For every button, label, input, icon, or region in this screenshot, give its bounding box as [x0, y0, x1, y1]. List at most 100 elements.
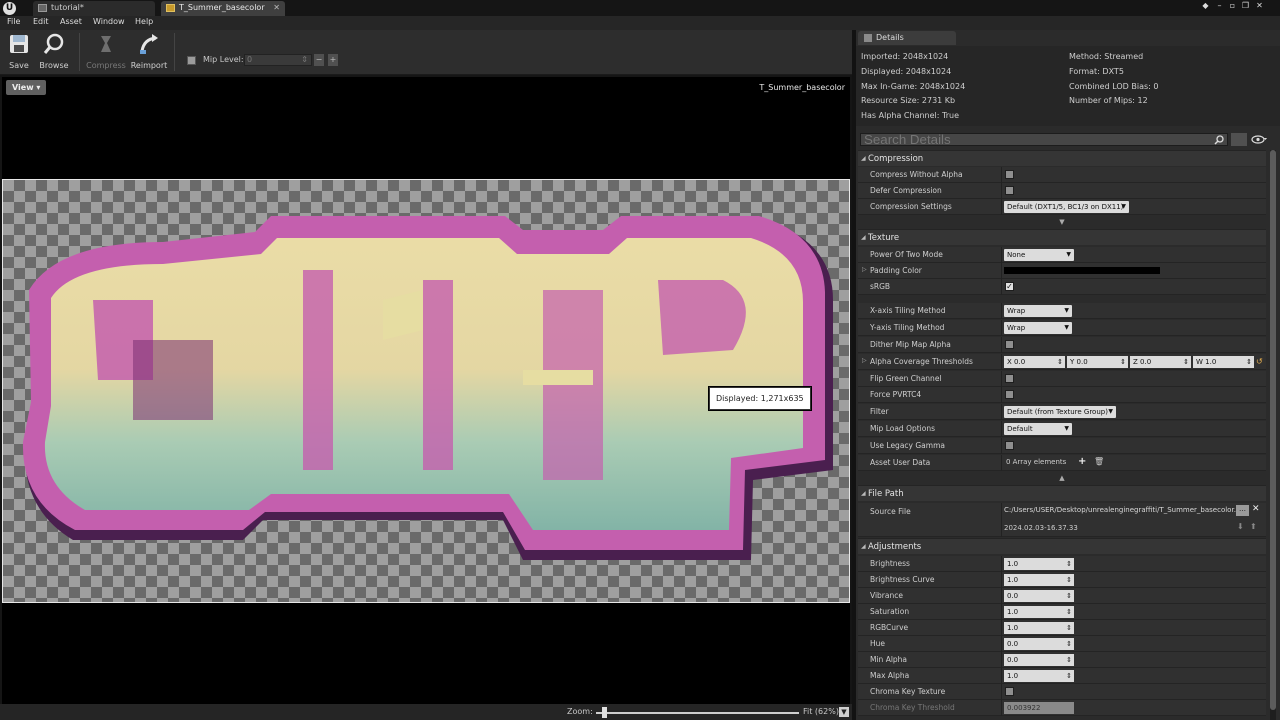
- property-max-alpha: Max Alpha 1.0 ⇕: [858, 668, 1266, 684]
- property-dither-mip-map-alpha: Dither Mip Map Alpha: [858, 337, 1266, 353]
- use-legacy-gamma-checkbox[interactable]: [1005, 441, 1014, 450]
- saturation-input[interactable]: 1.0 ⇕: [1004, 606, 1074, 618]
- chroma-key-texture-checkbox[interactable]: [1005, 687, 1014, 696]
- flip-green-channel-checkbox[interactable]: [1005, 374, 1014, 383]
- texture-viewport[interactable]: View ▾ T_Summer_basecolor Displayed: 1,2…: [2, 77, 850, 704]
- clear-file-icon[interactable]: ✕: [1252, 504, 1260, 514]
- move-up-icon[interactable]: ⬆: [1250, 522, 1257, 531]
- category-file-path[interactable]: ◢ File Path: [858, 485, 1266, 501]
- dropdown-arrow-icon: ▼: [1066, 251, 1071, 258]
- maximize-button[interactable]: ▫: [1227, 1, 1238, 11]
- property-source-file: Source File C:/Users/USER/Desktop/unreal…: [858, 503, 1266, 537]
- close-icon[interactable]: ✕: [273, 1, 280, 15]
- save-button[interactable]: Save: [4, 33, 34, 73]
- rgbcurve-input[interactable]: 1.0 ⇕: [1004, 622, 1074, 634]
- collapse-arrow-icon: ◢: [861, 490, 866, 497]
- search-icon[interactable]: [1214, 135, 1224, 145]
- add-element-icon[interactable]: +: [1078, 456, 1086, 467]
- property-matrix-icon[interactable]: [1231, 133, 1247, 146]
- x-tiling-dropdown[interactable]: Wrap ▼: [1004, 305, 1072, 317]
- column-divider: [1001, 572, 1002, 588]
- compress-button[interactable]: Compress: [86, 33, 126, 73]
- tab-texture-editor[interactable]: T_Summer_basecolor ✕: [161, 1, 285, 16]
- zoom-slider-handle[interactable]: [602, 707, 607, 718]
- hue-input[interactable]: 0.0 ⇕: [1004, 638, 1074, 650]
- tab-details[interactable]: Details: [858, 31, 956, 45]
- level-icon: [38, 4, 47, 12]
- property-defer-compression: Defer Compression: [858, 183, 1266, 199]
- advanced-expand-arrow[interactable]: ▼: [858, 217, 1266, 227]
- menu-edit[interactable]: Edit: [33, 17, 49, 26]
- alpha-coverage-x-input[interactable]: X 0.0 ⇕: [1004, 356, 1065, 368]
- column-divider: [1001, 455, 1002, 471]
- chroma-key-threshold-input[interactable]: 0.003922: [1004, 702, 1074, 714]
- defer-compression-checkbox[interactable]: [1005, 186, 1014, 195]
- tab-tutorial[interactable]: tutorial*: [33, 1, 155, 16]
- column-divider: [1001, 279, 1002, 295]
- info-displayed: Displayed: 2048x1024: [861, 67, 952, 76]
- toolbar-separator: [79, 33, 80, 71]
- column-divider: [1001, 199, 1002, 215]
- category-texture[interactable]: ◢ Texture: [858, 229, 1266, 245]
- max-alpha-input[interactable]: 1.0 ⇕: [1004, 670, 1074, 682]
- column-divider: [1001, 636, 1002, 652]
- alpha-coverage-y-input[interactable]: Y 0.0 ⇕: [1067, 356, 1128, 368]
- move-down-icon[interactable]: ⬇: [1237, 522, 1244, 531]
- mip-decrement-button[interactable]: −: [314, 54, 324, 66]
- alpha-coverage-z-input[interactable]: Z 0.0 ⇕: [1130, 356, 1191, 368]
- property-chroma-key-threshold: Chroma Key Threshold 0.003922: [858, 700, 1266, 716]
- compress-without-alpha-checkbox[interactable]: [1005, 170, 1014, 179]
- alpha-coverage-w-input[interactable]: W 1.0 ⇕: [1193, 356, 1254, 368]
- close-window-button[interactable]: ✕: [1254, 1, 1265, 11]
- info-lod-bias: Combined LOD Bias: 0: [1069, 82, 1159, 91]
- filter-dropdown[interactable]: Default (from Texture Group) ▼: [1004, 406, 1116, 418]
- reset-to-default-icon[interactable]: ↺: [1256, 357, 1263, 366]
- zoom-slider[interactable]: [596, 712, 799, 714]
- trash-icon[interactable]: 🗑: [1094, 457, 1104, 466]
- restore-button[interactable]: ❐: [1240, 1, 1251, 11]
- dropdown-arrow-icon: ▼: [1064, 307, 1069, 314]
- srgb-checkbox[interactable]: ✓: [1005, 282, 1014, 291]
- reimport-button[interactable]: Reimport: [129, 33, 169, 73]
- padding-color-swatch[interactable]: [1004, 267, 1160, 274]
- force-pvrtc4-checkbox[interactable]: [1005, 390, 1014, 399]
- minimize-button[interactable]: –: [1214, 1, 1225, 11]
- source-file-timestamp: 2024.02.03-16.37.33: [1004, 524, 1078, 532]
- power-of-two-dropdown[interactable]: None ▼: [1004, 249, 1074, 261]
- expand-arrow-icon[interactable]: ▷: [862, 266, 867, 273]
- menu-asset[interactable]: Asset: [60, 17, 82, 26]
- category-adjustments[interactable]: ◢ Adjustments: [858, 538, 1266, 554]
- zoom-bar: Zoom: Fit (62%) ▼: [0, 704, 853, 720]
- browse-file-button[interactable]: …: [1236, 505, 1249, 516]
- category-compression[interactable]: ◢ Compression: [858, 150, 1266, 166]
- brightness-input[interactable]: 1.0 ⇕: [1004, 558, 1074, 570]
- mip-level-input[interactable]: 0 ⇕: [244, 54, 312, 66]
- vibrance-input[interactable]: 0.0 ⇕: [1004, 590, 1074, 602]
- column-divider: [1001, 652, 1002, 668]
- scrollbar-thumb[interactable]: [1270, 150, 1276, 710]
- advanced-collapse-arrow[interactable]: ▲: [858, 473, 1266, 483]
- menu-help[interactable]: Help: [135, 17, 153, 26]
- min-alpha-input[interactable]: 0.0 ⇕: [1004, 654, 1074, 666]
- browse-button[interactable]: Browse: [38, 33, 70, 73]
- zoom-dropdown-icon[interactable]: ▼: [839, 707, 849, 717]
- mip-level-checkbox[interactable]: [187, 56, 196, 65]
- details-scrollbar[interactable]: [1270, 150, 1276, 720]
- expand-arrow-icon[interactable]: ▷: [862, 357, 867, 364]
- view-options-button[interactable]: View ▾: [6, 80, 47, 95]
- y-tiling-dropdown[interactable]: Wrap ▼: [1004, 322, 1072, 334]
- menu-file[interactable]: File: [7, 17, 20, 26]
- eye-icon[interactable]: [1251, 134, 1269, 145]
- details-panel: Details Imported: 2048x1024 Displayed: 2…: [856, 30, 1280, 720]
- column-divider: [1001, 700, 1002, 716]
- compression-settings-dropdown[interactable]: Default (DXT1/5, BC1/3 on DX11) ▼: [1004, 201, 1129, 213]
- mip-load-options-dropdown[interactable]: Default ▼: [1004, 423, 1072, 435]
- menu-window[interactable]: Window: [93, 17, 125, 26]
- column-divider: [1001, 620, 1002, 636]
- mip-increment-button[interactable]: +: [328, 54, 338, 66]
- search-details-input[interactable]: [860, 133, 1228, 146]
- notification-icon[interactable]: ◆: [1200, 1, 1211, 11]
- column-divider: [1001, 588, 1002, 604]
- dither-mip-map-alpha-checkbox[interactable]: [1005, 340, 1014, 349]
- brightness-curve-input[interactable]: 1.0 ⇕: [1004, 574, 1074, 586]
